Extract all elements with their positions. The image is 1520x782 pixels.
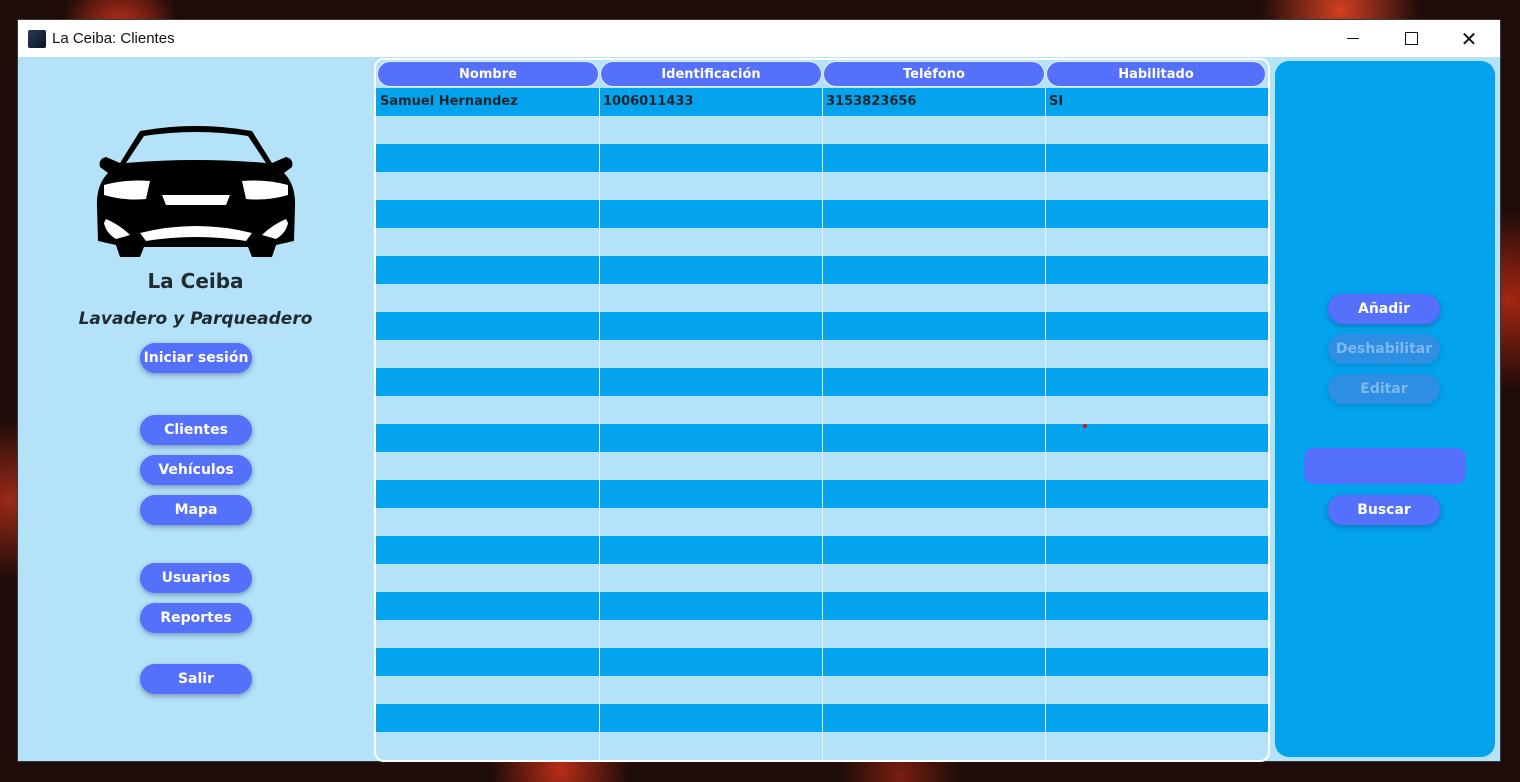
column-header-nombre[interactable]: Nombre (377, 61, 599, 87)
column-divider (599, 88, 600, 760)
column-header-identificacion[interactable]: Identificación (600, 61, 822, 87)
search-button[interactable]: Buscar (1328, 495, 1440, 525)
brand-subtitle: Lavadero y Parqueadero (78, 309, 313, 329)
nav-mapa-button[interactable]: Mapa (140, 495, 252, 525)
title-bar: La Ceiba: Clientes ✕ (18, 20, 1500, 57)
column-divider (1045, 88, 1046, 760)
table-cell: 1006011433 (603, 94, 694, 109)
table-header: Nombre Identificación Teléfono Habilitad… (376, 60, 1268, 88)
edit-button[interactable]: Editar (1328, 374, 1440, 404)
minimize-button[interactable] (1324, 20, 1382, 57)
disable-button[interactable]: Deshabilitar (1328, 334, 1440, 364)
column-header-telefono[interactable]: Teléfono (823, 61, 1045, 87)
nav-clientes-button[interactable]: Clientes (140, 415, 252, 445)
exit-button[interactable]: Salir (140, 664, 252, 694)
maximize-icon (1404, 32, 1418, 45)
app-window: La Ceiba: Clientes ✕ La Ceiba Lavadero y… (18, 20, 1500, 762)
column-header-habilitado[interactable]: Habilitado (1046, 61, 1266, 87)
nav-usuarios-button[interactable]: Usuarios (140, 563, 252, 593)
app-icon (28, 30, 46, 48)
car-icon (96, 126, 296, 257)
add-button[interactable]: Añadir (1328, 294, 1440, 324)
maximize-button[interactable] (1382, 20, 1440, 57)
table-cell: 3153823656 (826, 94, 917, 109)
sidebar: La Ceiba Lavadero y Parqueadero Iniciar … (18, 57, 373, 761)
cursor-marker (1083, 424, 1087, 428)
clients-table[interactable]: Samuel Hernandez 1006011433 3153823656 SI N… (374, 58, 1270, 762)
window-title: La Ceiba: Clientes (52, 30, 175, 47)
brand-title: La Ceiba (147, 269, 244, 293)
table-cell: Samuel Hernandez (380, 94, 518, 109)
nav-reportes-button[interactable]: Reportes (140, 603, 252, 633)
column-divider (822, 88, 823, 760)
search-input[interactable] (1304, 448, 1466, 484)
nav-vehiculos-button[interactable]: Vehículos (140, 455, 252, 485)
close-button[interactable]: ✕ (1440, 20, 1498, 57)
actions-panel: Añadir Deshabilitar Editar Buscar (1275, 61, 1495, 757)
table-cell: SI (1049, 94, 1064, 109)
minimize-icon (1347, 38, 1359, 39)
login-button[interactable]: Iniciar sesión (140, 343, 252, 373)
close-icon: ✕ (1460, 26, 1478, 51)
